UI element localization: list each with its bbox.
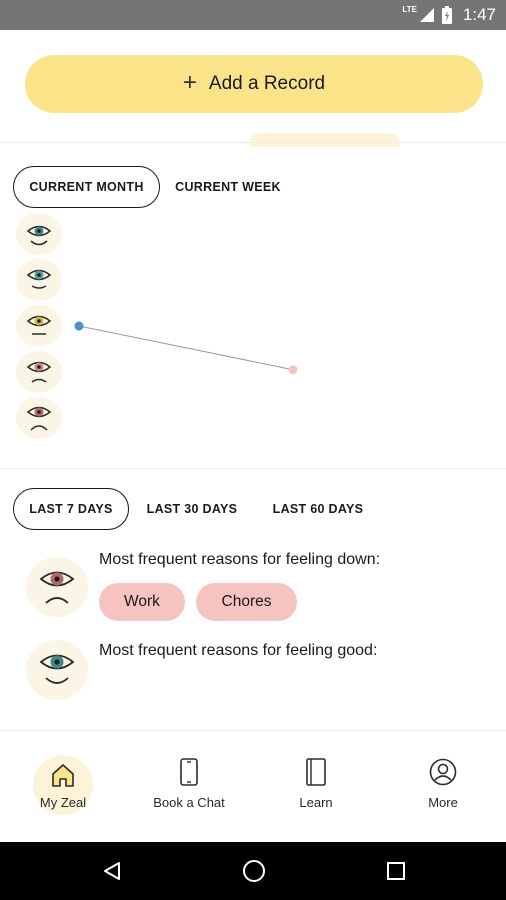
tab-last-7-days[interactable]: LAST 7 DAYS: [13, 488, 129, 530]
status-icons: LTE 1:47: [402, 0, 496, 30]
mood-line-chart: [74, 321, 298, 375]
status-bar: LTE 1:47: [0, 0, 506, 30]
nav-item-book-a-chat[interactable]: Book a Chat: [126, 731, 252, 843]
reason-tag-work[interactable]: Work: [99, 583, 185, 621]
nav-item-my-zeal[interactable]: My Zeal: [0, 731, 126, 843]
tab-current-week[interactable]: CURRENT WEEK: [168, 166, 288, 208]
nav-label-learn: Learn: [299, 795, 333, 810]
reason-tag-chores[interactable]: Chores: [196, 583, 297, 621]
phone-icon: [180, 758, 198, 786]
recents-icon: [387, 862, 405, 880]
book-icon: [306, 758, 326, 786]
network-type-label: LTE: [402, 5, 417, 14]
add-record-button[interactable]: + Add a Record: [25, 55, 483, 113]
mood-series-line: [78, 325, 294, 371]
status-time: 1:47: [462, 5, 496, 24]
plus-icon: +: [182, 69, 197, 96]
back-icon: [104, 862, 120, 880]
nav-item-learn[interactable]: Learn: [253, 731, 379, 843]
down-reasons-title: Most frequent reasons for feeling down:: [99, 551, 381, 568]
back-button[interactable]: [82, 842, 142, 900]
good-reasons-title: Most frequent reasons for feeling good:: [99, 642, 378, 659]
divider: [0, 468, 506, 469]
sad-face-icon: [26, 557, 88, 617]
system-navigation-bar: [0, 842, 506, 900]
scroll-peek-chip: [250, 133, 400, 147]
tab-current-month[interactable]: CURRENT MONTH: [13, 166, 160, 208]
home-circle-icon: [243, 860, 265, 882]
bottom-navigation: My Zeal Book a Chat Learn More: [0, 730, 506, 842]
tab-last-30-days[interactable]: LAST 30 DAYS: [136, 488, 248, 530]
divider: [0, 142, 506, 143]
tab-last-60-days[interactable]: LAST 60 DAYS: [262, 488, 374, 530]
happy-face-icon: [26, 640, 88, 700]
mood-data-point[interactable]: [74, 321, 84, 331]
profile-icon: [429, 758, 457, 786]
recents-button[interactable]: [366, 842, 426, 900]
nav-label-my-zeal: My Zeal: [39, 795, 87, 810]
mood-data-point[interactable]: [288, 365, 298, 375]
home-button[interactable]: [224, 842, 284, 900]
battery-icon: [441, 6, 452, 24]
signal-icon: [419, 8, 434, 22]
home-icon: [52, 764, 74, 787]
nav-label-book-a-chat: Book a Chat: [153, 795, 225, 810]
nav-label-more: More: [428, 795, 458, 810]
add-record-label: Add a Record: [208, 73, 326, 94]
nav-item-more[interactable]: More: [380, 731, 506, 843]
